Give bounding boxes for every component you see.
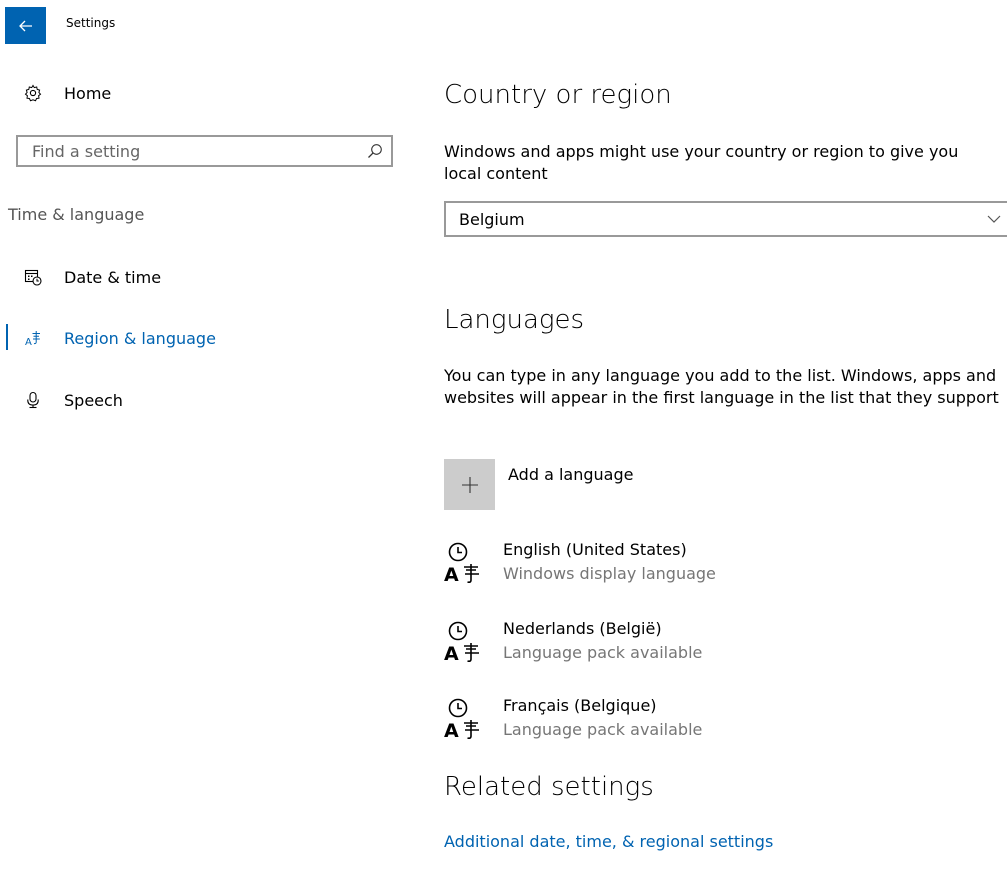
window-title: Settings [66, 16, 116, 30]
nav-item-speech[interactable]: Speech [24, 388, 123, 412]
nav-home[interactable]: Home [24, 81, 111, 105]
svg-text:A: A [444, 643, 459, 665]
svg-text:A: A [25, 337, 32, 347]
back-arrow-icon [18, 20, 32, 31]
chevron-down-icon [987, 215, 1001, 223]
country-heading: Country or region [444, 80, 672, 110]
nav-home-label: Home [64, 83, 112, 103]
nav-item-region-language[interactable]: A Region & language [24, 326, 216, 350]
nav-group-label: Time & language [8, 205, 145, 224]
country-description: Windows and apps might use your country … [444, 142, 959, 183]
language-name: English (United States) [503, 540, 687, 559]
language-name: Français (Belgique) [503, 696, 657, 715]
country-dropdown[interactable]: Belgium [444, 201, 1007, 237]
search-box[interactable] [16, 135, 393, 167]
language-options-icon: A [444, 542, 479, 586]
nav-item-label: Region & language [64, 328, 216, 348]
plus-icon [461, 476, 478, 493]
language-options-icon: A [444, 621, 479, 665]
related-settings-heading: Related settings [444, 772, 654, 802]
svg-text:A: A [444, 564, 459, 586]
selection-indicator [6, 324, 8, 350]
search-input[interactable] [18, 137, 362, 165]
gear-icon [24, 84, 42, 102]
language-item[interactable]: A English (United States) Windows displa… [444, 540, 1004, 592]
language-item[interactable]: A Nederlands (België) Language pack avai… [444, 619, 1004, 671]
region-language-icon: A [24, 329, 42, 347]
calendar-clock-icon [24, 268, 42, 286]
search-icon[interactable] [367, 143, 383, 159]
language-status: Windows display language [503, 564, 716, 583]
svg-text:A: A [444, 720, 459, 742]
add-language-button[interactable] [444, 459, 495, 510]
additional-settings-link[interactable]: Additional date, time, & regional settin… [444, 832, 773, 851]
microphone-icon [24, 391, 42, 409]
language-status: Language pack available [503, 720, 703, 739]
language-item[interactable]: A Français (Belgique) Language pack avai… [444, 696, 1004, 748]
nav-item-date-time[interactable]: Date & time [24, 265, 161, 289]
back-button[interactable] [5, 7, 46, 44]
language-name: Nederlands (België) [503, 619, 662, 638]
add-language-label[interactable]: Add a language [508, 465, 633, 484]
country-selected-value: Belgium [459, 210, 525, 229]
language-status: Language pack available [503, 643, 703, 662]
nav-item-label: Date & time [64, 267, 162, 287]
languages-description: You can type in any language you add to … [444, 366, 999, 407]
title-bar: Settings [0, 0, 1007, 44]
nav-item-label: Speech [64, 390, 123, 410]
language-options-icon: A [444, 698, 479, 742]
languages-heading: Languages [444, 305, 585, 335]
